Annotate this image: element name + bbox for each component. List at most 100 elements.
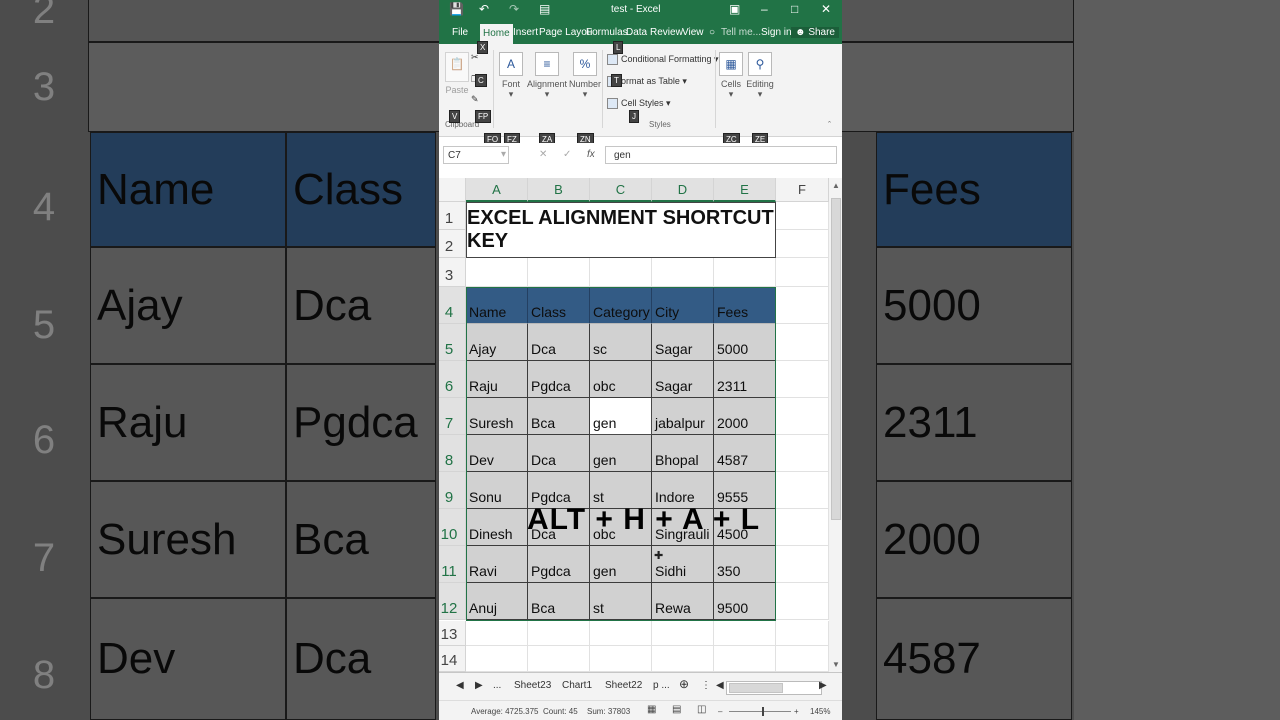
table-cell[interactable]: Raju [466,361,528,398]
table-cell[interactable]: Rewa [652,583,714,620]
name-box-dropdown-icon[interactable]: ▾ [501,149,506,160]
cell[interactable] [776,258,829,287]
cell-styles-button[interactable]: Cell Styles ▾ [607,98,671,110]
row-header-5[interactable]: 5 [439,324,466,361]
cancel-icon[interactable]: ✕ [539,149,547,160]
cell[interactable] [776,509,829,546]
cell[interactable] [776,621,829,646]
table-cell[interactable]: Bca [528,398,590,435]
table-cell[interactable]: 2000 [714,398,776,435]
page-break-view-icon[interactable]: ◫ [697,704,706,715]
column-header-c[interactable]: C [590,178,652,202]
cell[interactable] [590,646,652,672]
table-cell[interactable]: st [590,583,652,620]
add-sheet-icon[interactable]: ⊕ [679,677,689,691]
number-button[interactable]: % Number ▾ [569,52,601,100]
minimize-icon[interactable]: – [761,2,768,16]
hscroll-right-icon[interactable]: ▶ [819,680,827,691]
redo-icon[interactable]: ↷ [509,2,519,16]
scroll-down-icon[interactable]: ▼ [832,660,840,669]
zoom-level[interactable]: 145% [810,707,830,716]
table-header-cell[interactable]: Category [590,287,652,324]
tell-me-input[interactable]: Tell me... [721,27,761,38]
row-header-11[interactable]: 11 [439,546,466,583]
undo-icon[interactable]: ↶ [479,2,489,16]
tab-view[interactable]: View [682,27,704,38]
cell[interactable] [466,646,528,672]
tab-review[interactable]: Review [650,27,683,38]
table-header-cell[interactable]: Class [528,287,590,324]
cell[interactable] [590,621,652,646]
next-sheet-icon[interactable]: ▶ [475,680,483,691]
table-cell[interactable]: Bhopal [652,435,714,472]
cells-button[interactable]: ▦ Cells ▾ [719,52,743,100]
row-header-1[interactable]: 1 [439,202,466,230]
cell[interactable] [776,202,829,230]
row-header-12[interactable]: 12 [439,583,466,620]
table-cell[interactable]: Anuj [466,583,528,620]
close-icon[interactable]: ✕ [821,2,831,16]
table-cell[interactable]: 350 [714,546,776,583]
row-header-13[interactable]: 13 [439,621,466,646]
tab-file[interactable]: File [452,27,468,38]
alignment-button[interactable]: ≡ Alignment ▾ [527,52,567,100]
table-cell[interactable]: Pgdca [528,361,590,398]
hscroll-left-icon[interactable]: ◀ [716,680,724,691]
name-box[interactable]: C7 [443,146,509,164]
ribbon-display-icon[interactable]: ▣ [729,2,740,16]
row-header-4[interactable]: 4 [439,287,466,324]
table-cell[interactable]: Dinesh [466,509,528,546]
format-painter-icon[interactable]: ✎ [471,94,479,105]
table-cell[interactable]: Ravi [466,546,528,583]
collapse-ribbon-icon[interactable]: ˆ [828,120,831,130]
row-header-10[interactable]: 10 [439,509,466,546]
more-sheets-left[interactable]: ... [493,680,501,691]
cell[interactable] [528,621,590,646]
vertical-scrollbar[interactable]: ▲ ▼ [829,178,842,672]
table-cell[interactable]: gen [590,546,652,583]
row-header-7[interactable]: 7 [439,398,466,435]
cell[interactable] [652,258,714,287]
table-cell[interactable]: Dev [466,435,528,472]
cell[interactable] [776,398,829,435]
horizontal-scrollbar[interactable] [726,681,822,695]
table-cell[interactable]: Suresh [466,398,528,435]
prev-sheet-icon[interactable]: ◀ [456,680,464,691]
cell[interactable] [652,621,714,646]
quick-access-icon[interactable]: ▤ [539,2,550,16]
cell[interactable] [714,621,776,646]
enter-icon[interactable]: ✓ [563,149,571,160]
row-header-8[interactable]: 8 [439,435,466,472]
cell[interactable] [466,621,528,646]
cell[interactable] [776,361,829,398]
normal-view-icon[interactable]: ▦ [647,704,656,715]
table-cell[interactable]: 4587 [714,435,776,472]
cell[interactable] [776,287,829,324]
row-header-14[interactable]: 14 [439,646,466,672]
column-header-e[interactable]: E [714,178,776,202]
table-cell[interactable]: 9500 [714,583,776,620]
table-cell[interactable]: gen [590,435,652,472]
tab-data[interactable]: Data [626,27,647,38]
row-header-6[interactable]: 6 [439,361,466,398]
tab-page-layout[interactable]: Page Layou [539,27,592,38]
cell[interactable] [652,646,714,672]
column-header-d[interactable]: D [652,178,714,202]
column-header-f[interactable]: F [776,178,829,202]
formula-input[interactable]: gen [605,146,837,164]
table-header-cell[interactable]: City [652,287,714,324]
scroll-up-icon[interactable]: ▲ [832,181,840,190]
tabs-menu-icon[interactable]: ⋮ [701,680,711,691]
scroll-thumb[interactable] [831,198,841,520]
zoom-in-icon[interactable]: + [794,707,799,716]
font-button[interactable]: A Font ▾ [499,52,523,100]
hscroll-thumb[interactable] [729,683,783,693]
cell[interactable] [776,546,829,583]
page-layout-view-icon[interactable]: ▤ [672,704,681,715]
cell[interactable] [776,230,829,258]
column-header-b[interactable]: B [528,178,590,202]
table-cell[interactable]: Sagar [652,361,714,398]
sheet-tab-sheet22[interactable]: Sheet22 [605,680,642,691]
row-header-2[interactable]: 2 [439,230,466,258]
sheet-tab-chart1[interactable]: Chart1 [562,680,592,691]
